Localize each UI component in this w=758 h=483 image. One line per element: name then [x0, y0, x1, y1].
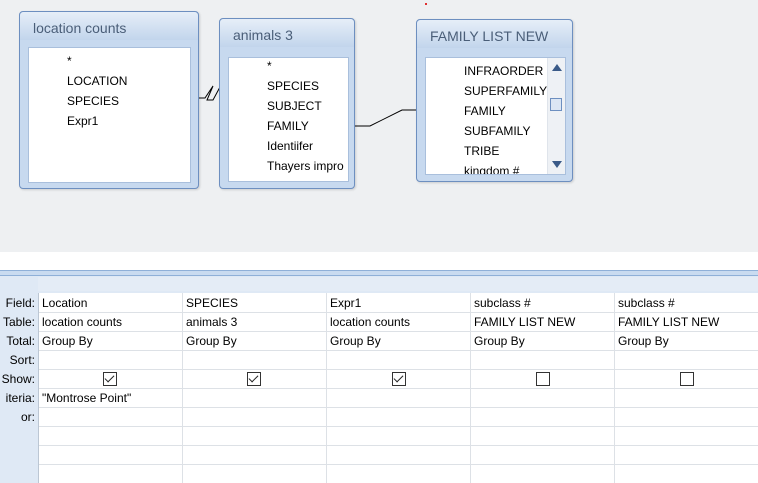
query-design-grid[interactable]: Location location counts Group By "Montr… — [38, 293, 758, 483]
field-item[interactable]: FAMILY — [464, 104, 506, 118]
grid-cell-table[interactable]: FAMILY LIST NEW — [618, 315, 756, 329]
field-item[interactable]: SUBFAMILY — [464, 124, 530, 138]
row-label-show: Show: — [1, 372, 35, 386]
row-label-field: Field: — [5, 296, 35, 310]
field-item[interactable]: SUPERFAMILY — [464, 84, 547, 98]
field-item[interactable]: * — [67, 54, 72, 68]
field-list[interactable]: * LOCATION SPECIES Expr1 — [28, 47, 191, 183]
table-animals-3[interactable]: animals 3 * SPECIES SUBJECT FAMILY Ident… — [219, 18, 355, 189]
grid-cell-total[interactable]: Group By — [618, 334, 756, 348]
table-diagram-pane[interactable]: location counts * LOCATION SPECIES Expr1… — [0, 0, 758, 252]
field-item[interactable]: FAMILY — [267, 119, 309, 133]
field-item[interactable]: SUBJECT — [267, 99, 322, 113]
row-label-sort: Sort: — [9, 353, 35, 367]
grid-cell-table[interactable]: animals 3 — [186, 315, 324, 329]
grid-cell-table[interactable]: location counts — [42, 315, 180, 329]
row-label-criteria: iteria: — [5, 391, 35, 405]
grid-cell-total[interactable]: Group By — [186, 334, 324, 348]
grid-cell-table[interactable]: location counts — [330, 315, 468, 329]
field-item[interactable]: kingdom # — [464, 164, 519, 174]
grid-cell-table[interactable]: FAMILY LIST NEW — [474, 315, 612, 329]
grid-cell-field[interactable]: SPECIES — [186, 296, 324, 310]
show-checkbox[interactable] — [536, 372, 550, 386]
field-list-scrollbar[interactable] — [547, 58, 565, 174]
field-item[interactable]: LOCATION — [67, 74, 127, 88]
show-checkbox[interactable] — [680, 372, 694, 386]
row-label-or: or: — [20, 410, 35, 424]
grid-cell-field[interactable]: Expr1 — [330, 296, 468, 310]
row-label-total: Total: — [6, 334, 35, 348]
grid-cell-field[interactable]: subclass # — [474, 296, 612, 310]
field-item[interactable]: INFRAORDER — [464, 64, 543, 78]
field-item[interactable]: * — [267, 59, 272, 73]
join-line-animals-family — [355, 109, 417, 127]
table-location-counts[interactable]: location counts * LOCATION SPECIES Expr1 — [19, 11, 199, 189]
field-item[interactable]: TRIBE — [464, 144, 499, 158]
field-item[interactable]: Thayers impro — [267, 159, 344, 173]
grid-cell-total[interactable]: Group By — [330, 334, 468, 348]
scroll-down-arrow-icon[interactable] — [552, 161, 562, 168]
row-label-table: Table: — [2, 315, 35, 329]
field-list[interactable]: * SPECIES SUBJECT FAMILY Identiifer Thay… — [228, 57, 349, 182]
table-title[interactable]: animals 3 — [220, 19, 354, 47]
table-title[interactable]: location counts — [20, 12, 198, 40]
grid-cell-total[interactable]: Group By — [474, 334, 612, 348]
grid-cell-field[interactable]: Location — [42, 296, 180, 310]
field-item[interactable]: SPECIES — [267, 79, 319, 93]
grid-cell-criteria[interactable]: "Montrose Point" — [42, 391, 180, 405]
field-item[interactable]: Expr1 — [67, 114, 98, 128]
column-selector-bar[interactable] — [38, 277, 758, 291]
table-family-list-new[interactable]: FAMILY LIST NEW INFRAORDER SUPERFAMILY F… — [416, 19, 573, 182]
grid-cell-field[interactable]: subclass # — [618, 296, 756, 310]
field-list[interactable]: INFRAORDER SUPERFAMILY FAMILY SUBFAMILY … — [425, 57, 566, 175]
grid-cell-total[interactable]: Group By — [42, 334, 180, 348]
show-checkbox[interactable] — [247, 372, 261, 386]
join-line-location-animals — [199, 85, 221, 101]
scroll-up-arrow-icon[interactable] — [552, 64, 562, 71]
show-checkbox[interactable] — [392, 372, 406, 386]
field-item[interactable]: Identiifer — [267, 139, 313, 153]
scroll-thumb[interactable] — [550, 98, 562, 111]
show-checkbox[interactable] — [103, 372, 117, 386]
table-title[interactable]: FAMILY LIST NEW — [417, 20, 572, 48]
field-item[interactable]: SPECIES — [67, 94, 119, 108]
